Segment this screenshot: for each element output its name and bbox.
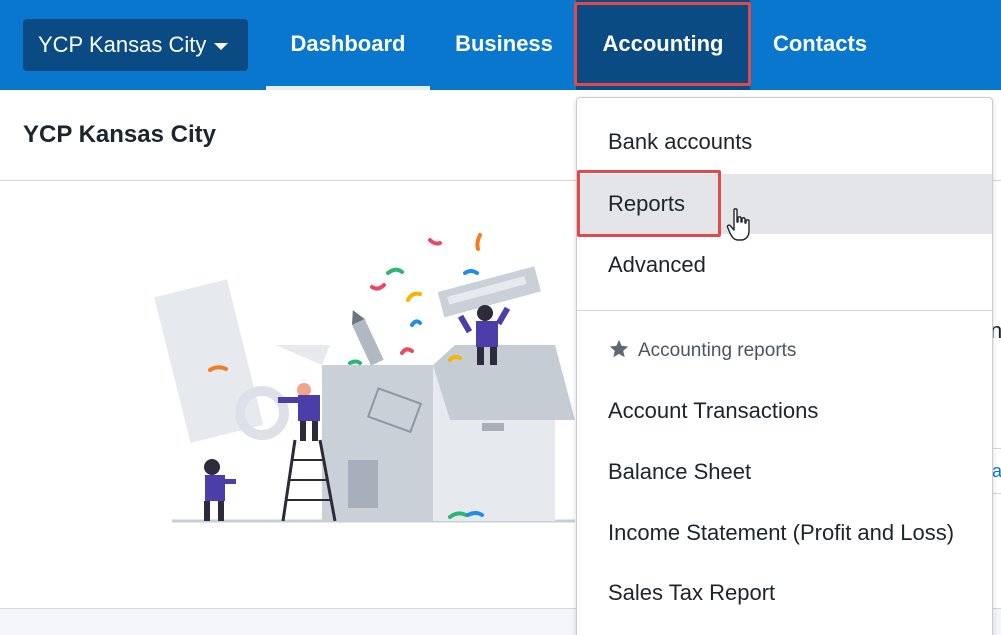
person-with-card [204, 459, 236, 521]
menu-divider [577, 310, 992, 311]
menu-item-income-statement[interactable]: Income Statement (Profit and Loss) [577, 503, 992, 563]
welcome-illustration [154, 233, 575, 523]
clipped-divider [993, 493, 1001, 494]
menu-item-label: Advanced [608, 252, 706, 277]
menu-item-label: Reports [608, 191, 686, 216]
clipped-link-text[interactable]: ai [992, 461, 1001, 482]
hand-cursor-icon [726, 208, 750, 241]
tab-accounting-label: Accounting [602, 31, 724, 56]
tab-contacts[interactable]: Contacts [755, 0, 885, 90]
menu-item-advanced[interactable]: Advanced [577, 235, 992, 295]
section-title: Accounting reports [638, 340, 797, 361]
menu-item-balance-sheet[interactable]: Balance Sheet [577, 442, 992, 502]
tab-business-label: Business [455, 31, 553, 56]
tab-dashboard[interactable]: Dashboard [266, 0, 430, 90]
menu-item-bank-accounts[interactable]: Bank accounts [577, 112, 992, 172]
business-name: YCP Kansas City [38, 32, 207, 57]
menu-item-label: Account Transactions [608, 398, 819, 423]
tilted-card [154, 279, 264, 443]
menu-item-label: Balance Sheet [608, 459, 752, 484]
menu-item-sales-tax-report[interactable]: Sales Tax Report [577, 563, 992, 623]
menu-item-account-transactions[interactable]: Account Transactions [577, 381, 992, 441]
menu-item-label: Income Statement (Profit and Loss) [608, 520, 955, 545]
tab-business[interactable]: Business [434, 0, 574, 90]
tab-dashboard-label: Dashboard [290, 31, 406, 56]
top-navigation-bar: YCP Kansas City Dashboard Business Accou… [0, 0, 1001, 90]
accounting-reports-heading: Accounting reports [608, 338, 796, 362]
caret-down-icon [214, 42, 229, 50]
pencil-shape [351, 310, 384, 366]
tab-contacts-label: Contacts [772, 31, 868, 56]
star-icon [609, 339, 629, 358]
tab-accounting[interactable]: Accounting [576, 0, 750, 90]
menu-item-label: Sales Tax Report [608, 580, 776, 605]
clipped-divider [993, 448, 1001, 449]
menu-item-reports[interactable]: Reports [577, 174, 992, 234]
accounting-dropdown-menu: Bank accounts Reports Advanced Accountin… [576, 97, 993, 635]
menu-item-label: Bank accounts [608, 129, 753, 154]
page-title: YCP Kansas City [23, 121, 216, 148]
business-switcher[interactable]: YCP Kansas City [23, 19, 248, 71]
